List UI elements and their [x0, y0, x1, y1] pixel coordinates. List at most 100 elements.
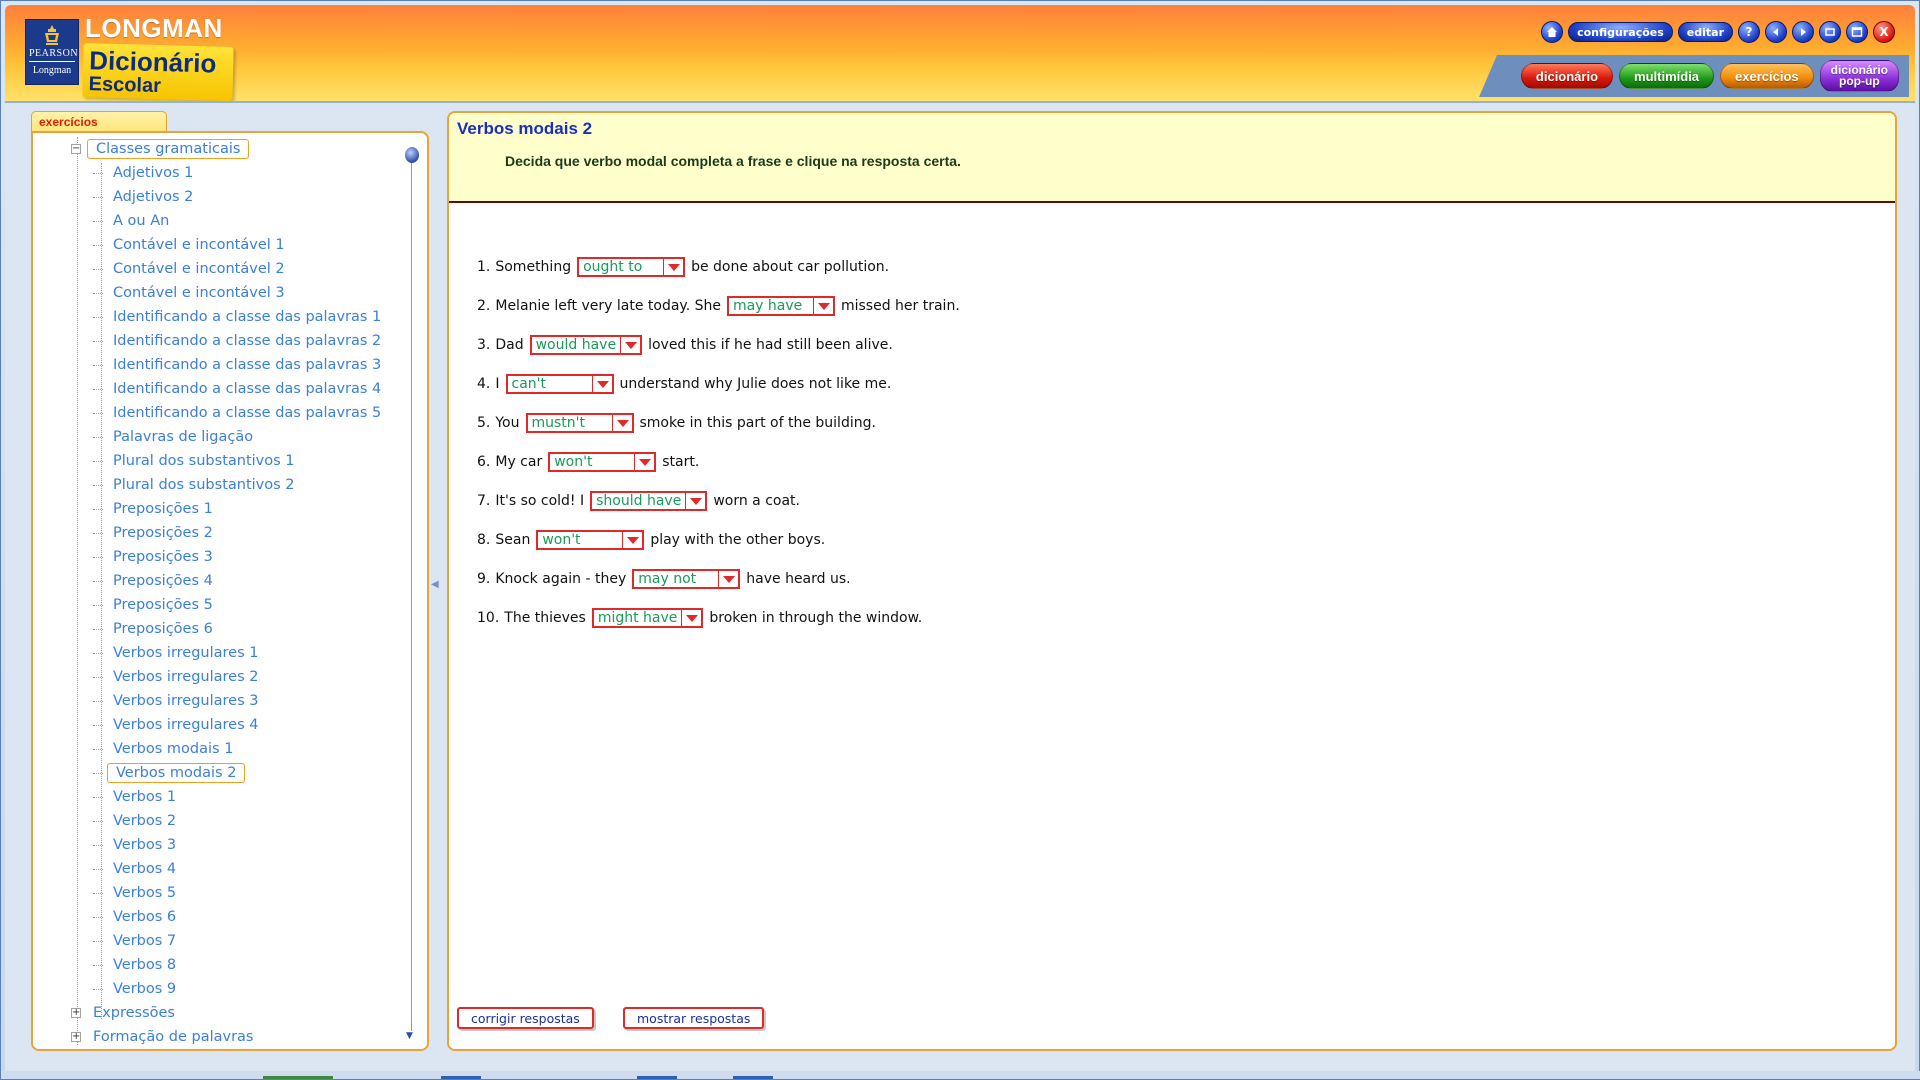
tree-item[interactable]: Verbos modais 1 — [41, 737, 405, 761]
tree-item[interactable]: Verbos 4 — [41, 857, 405, 881]
tree-item-label[interactable]: Identificando a classe das palavras 2 — [107, 333, 387, 349]
tree-item-label[interactable]: Identificando a classe das palavras 5 — [107, 405, 387, 421]
tree-item[interactable]: Identificando a classe das palavras 3 — [41, 353, 405, 377]
tree-item-label[interactable]: A ou An — [107, 213, 175, 229]
tree-item-label[interactable]: Verbos 7 — [107, 933, 182, 949]
collapse-sidebar-icon[interactable]: ◀ — [431, 579, 439, 590]
edit-button[interactable]: editar — [1677, 22, 1733, 42]
tree-item-label[interactable]: Palavras de ligação — [107, 429, 259, 445]
tree-item[interactable]: Preposições 6 — [41, 617, 405, 641]
tree-item-label[interactable]: Identificando a classe das palavras 4 — [107, 381, 387, 397]
dropdown-arrow-icon[interactable] — [812, 297, 833, 314]
check-answers-button[interactable]: corrigir respostas — [457, 1007, 594, 1029]
tree-group-label[interactable]: Expressões — [87, 1005, 181, 1021]
tree-item-label[interactable]: Preposições 1 — [107, 501, 219, 517]
tree-item[interactable]: Contável e incontável 2 — [41, 257, 405, 281]
dropdown-arrow-icon[interactable] — [663, 258, 683, 275]
tree-item[interactable]: Preposições 3 — [41, 545, 405, 569]
answer-value[interactable]: would have — [532, 337, 620, 353]
tree-item[interactable]: Verbos 2 — [41, 809, 405, 833]
answer-dropdown[interactable]: may not — [632, 568, 741, 589]
scroll-down-icon[interactable]: ▼ — [406, 1031, 413, 1041]
dropdown-arrow-icon[interactable] — [681, 609, 701, 626]
answer-value[interactable]: ought to — [579, 259, 663, 275]
answer-dropdown[interactable]: ought to — [577, 256, 686, 277]
tree-item[interactable]: Identificando a classe das palavras 4 — [41, 377, 405, 401]
tree-item[interactable]: Identificando a classe das palavras 2 — [41, 329, 405, 353]
dropdown-arrow-icon[interactable] — [718, 570, 738, 587]
tree-item-label[interactable]: Verbos irregulares 3 — [107, 693, 264, 709]
scroll-thumb[interactable] — [405, 147, 419, 163]
tree-item[interactable]: Verbos modais 2 — [41, 761, 405, 785]
tree-item[interactable]: Verbos irregulares 4 — [41, 713, 405, 737]
tree-item[interactable]: Verbos irregulares 2 — [41, 665, 405, 689]
tree-item[interactable]: Identificando a classe das palavras 5 — [41, 401, 405, 425]
answer-dropdown[interactable]: won't — [536, 529, 645, 550]
tab-multimedia[interactable]: multimídia — [1619, 63, 1715, 89]
tree-item-label[interactable]: Contável e incontável 2 — [107, 261, 291, 277]
minimize-icon[interactable] — [1819, 21, 1841, 43]
tree-item-label[interactable]: Verbos modais 1 — [107, 741, 239, 757]
tree-item-label[interactable]: Verbos 3 — [107, 837, 182, 853]
tree-group-expressions[interactable]: + Expressões — [41, 1001, 405, 1025]
tree-item-label[interactable]: Verbos 2 — [107, 813, 182, 829]
tree-item[interactable]: Identificando a classe das palavras 1 — [41, 305, 405, 329]
show-answers-button[interactable]: mostrar respostas — [623, 1007, 765, 1029]
tree-item[interactable]: Contável e incontável 1 — [41, 233, 405, 257]
answer-value[interactable]: won't — [550, 454, 634, 470]
tree-group-label[interactable]: Classes gramaticais — [87, 139, 250, 159]
dropdown-arrow-icon[interactable] — [591, 375, 612, 392]
tree-item-label[interactable]: Verbos 6 — [107, 909, 182, 925]
tree-item-label[interactable]: Verbos irregulares 2 — [107, 669, 264, 685]
tree-item-label[interactable]: Verbos 4 — [107, 861, 182, 877]
dropdown-arrow-icon[interactable] — [622, 531, 642, 548]
tab-exercises[interactable]: exercícios — [1720, 63, 1814, 89]
tree-item-label[interactable]: Preposições 5 — [107, 597, 219, 613]
sidebar-tab-exercises[interactable]: exercícios — [31, 111, 167, 133]
tree-item-label[interactable]: Identificando a classe das palavras 1 — [107, 309, 387, 325]
answer-value[interactable]: won't — [538, 532, 622, 548]
answer-value[interactable]: should have — [592, 493, 685, 509]
dropdown-arrow-icon[interactable] — [620, 336, 640, 353]
tree-item-label[interactable]: Preposições 2 — [107, 525, 219, 541]
tree-item-label[interactable]: Verbos 5 — [107, 885, 182, 901]
tree-group-classes[interactable]: − Classes gramaticais — [41, 137, 405, 161]
tree-item[interactable]: Adjetivos 2 — [41, 185, 405, 209]
tree-item-label[interactable]: Verbos irregulares 4 — [107, 717, 264, 733]
tree-item[interactable]: Verbos irregulares 3 — [41, 689, 405, 713]
answer-dropdown[interactable]: may have — [726, 295, 835, 316]
answer-value[interactable]: can't — [508, 376, 592, 392]
tree-item-label[interactable]: Contável e incontável 3 — [107, 285, 291, 301]
tree-item[interactable]: Verbos 1 — [41, 785, 405, 809]
tree-item-label[interactable]: Verbos 9 — [107, 981, 182, 997]
answer-value[interactable]: may have — [729, 298, 813, 314]
dropdown-arrow-icon[interactable] — [611, 414, 632, 431]
back-icon[interactable] — [1765, 21, 1787, 43]
dropdown-arrow-icon[interactable] — [685, 492, 705, 509]
tree-item[interactable]: Verbos 8 — [41, 953, 405, 977]
answer-dropdown[interactable]: mustn't — [525, 412, 634, 433]
tree-item-label[interactable]: Verbos irregulares 1 — [107, 645, 264, 661]
tree-item[interactable]: Verbos 6 — [41, 905, 405, 929]
tab-popup-dictionary[interactable]: dicionário pop-up — [1819, 60, 1899, 92]
tree-item-label[interactable]: Preposições 4 — [107, 573, 219, 589]
tab-dictionary[interactable]: dicionário — [1520, 63, 1614, 89]
forward-icon[interactable] — [1792, 21, 1814, 43]
tree-item[interactable]: Contável e incontável 3 — [41, 281, 405, 305]
answer-value[interactable]: may not — [634, 571, 718, 587]
answer-value[interactable]: mustn't — [528, 415, 612, 431]
expand-icon[interactable]: + — [71, 1008, 81, 1018]
tree-item[interactable]: Verbos 9 — [41, 977, 405, 1001]
tree-item[interactable]: Verbos irregulares 1 — [41, 641, 405, 665]
expand-icon[interactable]: + — [71, 1032, 81, 1042]
answer-value[interactable]: might have — [594, 610, 682, 626]
tree-item[interactable]: A ou An — [41, 209, 405, 233]
home-icon[interactable] — [1541, 21, 1564, 43]
tree-item[interactable]: Adjetivos 1 — [41, 161, 405, 185]
tree-item[interactable]: Verbos 5 — [41, 881, 405, 905]
answer-dropdown[interactable]: can't — [505, 373, 614, 394]
dropdown-arrow-icon[interactable] — [634, 453, 654, 470]
maximize-icon[interactable] — [1846, 21, 1868, 43]
tree-item-label[interactable]: Plural dos substantivos 2 — [107, 477, 301, 493]
tree-item[interactable]: Preposições 2 — [41, 521, 405, 545]
